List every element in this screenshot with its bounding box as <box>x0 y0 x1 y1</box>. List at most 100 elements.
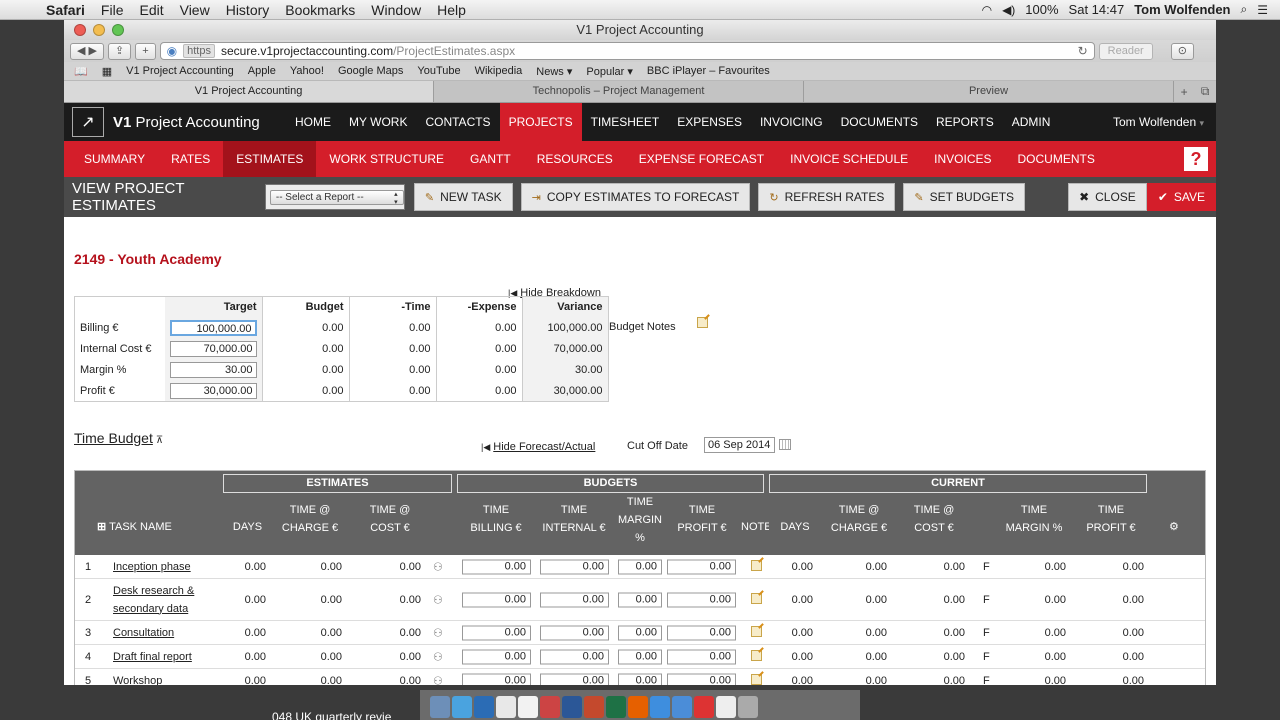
resources-icon[interactable]: ⚇ <box>433 560 443 573</box>
note-edit-icon[interactable] <box>751 649 762 664</box>
budget-margin-input[interactable]: 0.00 <box>618 649 662 664</box>
nav-projects[interactable]: PROJECTS <box>499 103 582 141</box>
battery-percent[interactable]: 100% <box>1025 2 1058 17</box>
new-tab-icon[interactable]: + <box>1181 85 1188 99</box>
volume-icon[interactable]: ◀) <box>1002 3 1015 17</box>
subnav-rates[interactable]: RATES <box>158 141 223 177</box>
subnav-expense-forecast[interactable]: EXPENSE FORECAST <box>626 141 777 177</box>
dock-app-icon[interactable] <box>430 696 450 718</box>
cutoff-date-input[interactable]: 06 Sep 2014 <box>704 437 775 453</box>
bookmark-item[interactable]: YouTube <box>417 65 460 77</box>
subnav-documents[interactable]: DOCUMENTS <box>1005 141 1108 177</box>
resources-icon[interactable]: ⚇ <box>433 674 443 685</box>
menubar-user[interactable]: Tom Wolfenden <box>1134 2 1230 17</box>
budget-billing-input[interactable]: 0.00 <box>462 673 531 685</box>
note-edit-icon[interactable] <box>751 625 762 640</box>
nav-my-work[interactable]: MY WORK <box>340 103 416 141</box>
target-billing-input[interactable]: 100,000.00 <box>169 320 257 336</box>
budget-profit-input[interactable]: 0.00 <box>667 673 736 685</box>
tab-technopolis[interactable]: Technopolis – Project Management <box>434 81 804 102</box>
dock-app-icon[interactable] <box>584 696 604 718</box>
dock-app-icon[interactable] <box>606 696 626 718</box>
dock-app-icon[interactable] <box>540 696 560 718</box>
bookmark-item[interactable]: Popular ▾ <box>586 65 633 78</box>
set-budgets-button[interactable]: ✎ SET BUDGETS <box>903 183 1026 211</box>
bookmark-item[interactable]: V1 Project Accounting <box>126 65 234 77</box>
resources-icon[interactable]: ⚇ <box>433 593 443 606</box>
trash-icon[interactable] <box>738 696 758 718</box>
note-edit-icon[interactable] <box>751 592 762 607</box>
expand-all-icon[interactable]: ⊞ <box>97 521 106 533</box>
dock-app-icon[interactable] <box>474 696 494 718</box>
dock-app-icon[interactable] <box>672 696 692 718</box>
wifi-icon[interactable]: ◠ <box>982 3 992 17</box>
budget-billing-input[interactable]: 0.00 <box>462 559 531 574</box>
budget-margin-input[interactable]: 0.00 <box>618 559 662 574</box>
app-logo[interactable]: ↗ V1 Project Accounting <box>64 103 286 141</box>
spotlight-search-icon[interactable]: ⌕ <box>1241 2 1248 17</box>
dock-app-icon[interactable] <box>562 696 582 718</box>
subnav-invoice-schedule[interactable]: INVOICE SCHEDULE <box>777 141 921 177</box>
tab-v1[interactable]: V1 Project Accounting <box>64 81 434 102</box>
copy-estimates-button[interactable]: ⇥ COPY ESTIMATES TO FORECAST <box>520 183 751 211</box>
subnav-gantt[interactable]: GANTT <box>457 141 524 177</box>
reload-icon[interactable]: ↻ <box>1078 44 1088 58</box>
nav-expenses[interactable]: EXPENSES <box>668 103 751 141</box>
desktop-file-label[interactable]: 048 UK quarterly revie <box>272 710 391 720</box>
task-name-link[interactable]: Desk research & secondary data <box>113 582 213 618</box>
budget-internal-input[interactable]: 0.00 <box>540 649 609 664</box>
target-profit-input[interactable]: 30,000.00 <box>169 382 257 399</box>
note-edit-icon[interactable] <box>697 317 708 328</box>
menu-view[interactable]: View <box>172 2 218 18</box>
subnav-work-structure[interactable]: WORK STRUCTURE <box>316 141 457 177</box>
nav-contacts[interactable]: CONTACTS <box>416 103 499 141</box>
task-name-link[interactable]: Workshop <box>113 672 162 686</box>
pin-icon[interactable]: ⊼ <box>156 435 163 446</box>
bookmark-item[interactable]: Wikipedia <box>475 65 523 77</box>
nav-documents[interactable]: DOCUMENTS <box>832 103 927 141</box>
subnav-summary[interactable]: SUMMARY <box>64 141 158 177</box>
nav-reports[interactable]: REPORTS <box>927 103 1003 141</box>
budget-profit-input[interactable]: 0.00 <box>667 559 736 574</box>
minimize-window-button[interactable] <box>93 24 105 36</box>
dock-app-icon[interactable] <box>496 696 516 718</box>
close-window-button[interactable] <box>74 24 86 36</box>
clock[interactable]: Sat 14:47 <box>1069 2 1125 17</box>
bookmark-item[interactable]: Yahoo! <box>290 65 324 77</box>
dock-app-icon[interactable] <box>628 696 648 718</box>
budget-billing-input[interactable]: 0.00 <box>462 649 531 664</box>
budget-profit-input[interactable]: 0.00 <box>667 592 736 607</box>
task-name-link[interactable]: Consultation <box>113 624 174 642</box>
add-bookmark-button[interactable]: + <box>135 42 156 60</box>
tab-overview-icon[interactable]: ⧉ <box>1201 84 1210 99</box>
menu-file[interactable]: File <box>93 2 132 18</box>
menu-app-name[interactable]: Safari <box>38 2 93 18</box>
dock-app-icon[interactable] <box>452 696 472 718</box>
budget-internal-input[interactable]: 0.00 <box>540 625 609 640</box>
budget-margin-input[interactable]: 0.00 <box>618 673 662 685</box>
resources-icon[interactable]: ⚇ <box>433 626 443 639</box>
calendar-icon[interactable] <box>779 439 791 450</box>
nav-timesheet[interactable]: TIMESHEET <box>582 103 669 141</box>
column-settings-gear-icon[interactable]: ⚙ <box>1169 518 1179 536</box>
reader-button[interactable]: Reader <box>1098 42 1153 60</box>
subnav-invoices[interactable]: INVOICES <box>921 141 1004 177</box>
budget-profit-input[interactable]: 0.00 <box>667 649 736 664</box>
budget-billing-input[interactable]: 0.00 <box>462 592 531 607</box>
time-budget-heading[interactable]: Time Budget ⊼ <box>74 430 163 446</box>
dock-app-icon[interactable] <box>518 696 538 718</box>
reading-list-icon[interactable]: 📖 <box>74 65 88 78</box>
menu-history[interactable]: History <box>218 2 278 18</box>
col-task-name[interactable]: ⊞ TASK NAME <box>97 518 172 536</box>
help-button[interactable]: ? <box>1184 147 1208 171</box>
task-name-link[interactable]: Inception phase <box>113 558 191 576</box>
dock-app-icon[interactable] <box>694 696 714 718</box>
menu-help[interactable]: Help <box>429 2 474 18</box>
save-button[interactable]: ✔ SAVE <box>1146 183 1216 211</box>
nav-invoicing[interactable]: INVOICING <box>751 103 832 141</box>
nav-admin[interactable]: ADMIN <box>1003 103 1060 141</box>
dock-app-icon[interactable] <box>716 696 736 718</box>
hide-forecast-link[interactable]: Hide Forecast/Actual <box>493 441 595 453</box>
share-button[interactable]: ⇪ <box>107 42 132 60</box>
back-forward-button[interactable]: ◀ ▶ <box>70 42 104 60</box>
